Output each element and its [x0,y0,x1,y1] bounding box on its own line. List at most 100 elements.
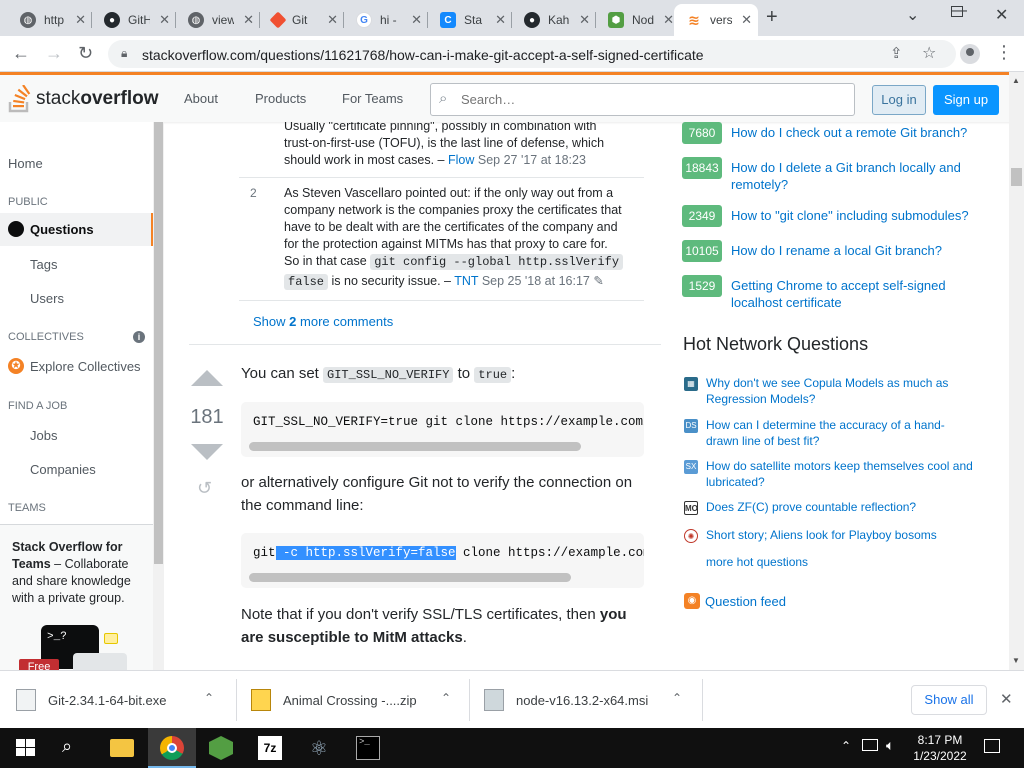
chevron-up-icon[interactable]: ⌃ [841,739,851,753]
chevron-up-icon[interactable]: ⌃ [672,691,682,705]
search-box[interactable]: ⌕ [430,83,855,116]
profile-avatar-icon[interactable] [960,44,980,64]
nav-products[interactable]: Products [255,91,306,106]
show-more-comments-link[interactable]: Show 2 more comments [253,314,393,329]
history-icon[interactable]: ↺ [197,478,212,499]
browser-tab[interactable]: ◍ http ✕ [8,4,92,36]
close-tab-icon[interactable]: ✕ [411,12,422,28]
nav-jobs[interactable]: Jobs [30,428,57,443]
nav-explore-collectives[interactable]: Explore Collectives [30,359,141,374]
browser-tab[interactable]: Ghi - ✕ [344,4,428,36]
scroll-down-icon[interactable]: ▼ [1012,656,1020,665]
browser-tab-active[interactable]: ≋ vers ✕ [674,4,758,36]
linked-question[interactable]: 7680 How do I check out a remote Git bra… [682,122,981,144]
info-icon[interactable]: i [133,331,145,343]
close-tab-icon[interactable]: ✕ [579,12,590,28]
show-all-downloads-button[interactable]: Show all [911,685,987,715]
chat-bubble-icon [104,633,118,644]
hot-question[interactable]: SX How do satellite motors keep themselv… [684,458,976,490]
nav-home[interactable]: Home [8,156,43,171]
hot-question[interactable]: DS How can I determine the accuracy of a… [684,417,976,449]
restore-icon[interactable] [951,6,963,17]
hot-question[interactable]: ✺ Short story; Aliens look for Playboy b… [684,527,976,543]
chevron-down-icon[interactable]: ⌄ [906,5,919,25]
forward-arrow-icon[interactable]: → [45,43,63,64]
browser-tab[interactable]: ● Kah ✕ [512,4,596,36]
code-scrollbar[interactable] [249,573,571,582]
network-icon[interactable] [862,739,878,751]
terminal-icon[interactable]: >_ [356,736,380,760]
code-scrollbar[interactable] [249,442,581,451]
share-icon[interactable]: ⇪ [890,44,903,62]
nav-users[interactable]: Users [30,291,64,306]
code-block[interactable]: GIT_SSL_NO_VERIFY=true git clone https:/… [241,402,644,457]
back-arrow-icon[interactable]: ← [12,43,30,64]
close-tab-icon[interactable]: ✕ [741,12,752,28]
question-feed-link[interactable]: Question feed [705,594,786,609]
close-tab-icon[interactable]: ✕ [327,12,338,28]
scroll-up-icon[interactable]: ▲ [1012,76,1020,85]
linked-question[interactable]: 18843 How do I delete a Git branch local… [682,157,981,193]
close-downloads-icon[interactable]: ✕ [1000,690,1013,708]
scroll-thumb[interactable] [1011,168,1022,186]
download-item[interactable]: Git-2.34.1-64-bit.exe ⌃ [16,685,214,715]
chevron-up-icon[interactable]: ⌃ [204,691,214,705]
browser-tab[interactable]: C Sta ✕ [428,4,512,36]
comment-date[interactable]: Sep 25 '18 at 16:17 [482,274,590,288]
new-tab-button[interactable]: + [766,6,778,29]
hot-question[interactable]: ▦ Why don't we see Copula Models as much… [684,375,976,407]
file-explorer-icon[interactable] [110,739,134,757]
linked-question[interactable]: 2349 How to "git clone" including submod… [682,205,981,227]
stackoverflow-logo[interactable]: stackoverflow [8,83,158,115]
electron-app-icon[interactable]: ⚛ [307,736,331,760]
search-input[interactable] [461,92,841,107]
system-clock[interactable]: 8:17 PM 1/23/2022 [906,732,974,764]
comment-user-link[interactable]: TNT [454,274,478,288]
nav-about[interactable]: About [184,91,218,106]
address-bar[interactable]: 🔒︎ stackoverflow.com/questions/11621768/… [108,40,956,68]
comment-date[interactable]: Sep 27 '17 at 18:23 [478,153,586,167]
sidebar-scrollbar[interactable] [153,122,164,670]
more-hot-questions-link[interactable]: more hot questions [706,555,808,569]
nav-tags[interactable]: Tags [30,257,57,272]
nav-companies[interactable]: Companies [30,462,96,477]
chevron-up-icon[interactable]: ⌃ [441,691,451,705]
download-item[interactable]: node-v16.13.2-x64.msi ⌃ [484,685,682,715]
close-tab-icon[interactable]: ✕ [243,12,254,28]
download-item[interactable]: Animal Crossing -....zip ⌃ [251,685,451,715]
login-button[interactable]: Log in [872,85,926,115]
downvote-button[interactable] [191,444,223,460]
nodejs-icon[interactable] [209,736,233,760]
chrome-taskbar-button[interactable] [148,728,196,768]
notifications-icon[interactable] [984,739,1000,753]
reload-icon[interactable]: ↻ [78,43,93,64]
browser-tab[interactable]: ◍ view ✕ [176,4,260,36]
browser-tab[interactable]: ⬢ Nod ✕ [596,4,680,36]
menu-kebab-icon[interactable]: ⋮ [995,42,1013,63]
linked-question[interactable]: 1529 Getting Chrome to accept self-signe… [682,275,981,311]
bookmark-star-icon[interactable]: ☆ [922,43,936,63]
windows-start-icon[interactable] [14,736,38,760]
search-icon[interactable]: ⌕ [62,736,86,760]
volume-muted-icon[interactable]: 🔈︎ [886,737,894,754]
linked-question[interactable]: 10105 How do I rename a local Git branch… [682,240,981,262]
close-tab-icon[interactable]: ✕ [75,12,86,28]
close-tab-icon[interactable]: ✕ [663,12,674,28]
browser-tab[interactable]: ● GitH ✕ [92,4,176,36]
close-window-icon[interactable]: ✕ [995,5,1008,25]
comment-user-link[interactable]: Flow [448,153,474,167]
hot-question[interactable]: MO Does ZF(C) prove countable reflection… [684,499,976,515]
answer-score: 181 [190,406,224,428]
close-tab-icon[interactable]: ✕ [159,12,170,28]
signup-button[interactable]: Sign up [933,85,999,115]
code-block[interactable]: git -c http.sslVerify=false clone https:… [241,533,644,588]
close-tab-icon[interactable]: ✕ [495,12,506,28]
7zip-icon[interactable]: 7z [258,736,282,760]
nav-for-teams[interactable]: For Teams [342,91,403,106]
nav-questions[interactable]: Questions [0,213,154,246]
rss-feed-icon[interactable]: ◉ [684,593,700,609]
browser-tab[interactable]: Git ✕ [260,4,344,36]
github-icon: ● [524,12,540,28]
upvote-button[interactable] [191,370,223,386]
page-scrollbar[interactable]: ▲ ▼ [1009,72,1024,670]
